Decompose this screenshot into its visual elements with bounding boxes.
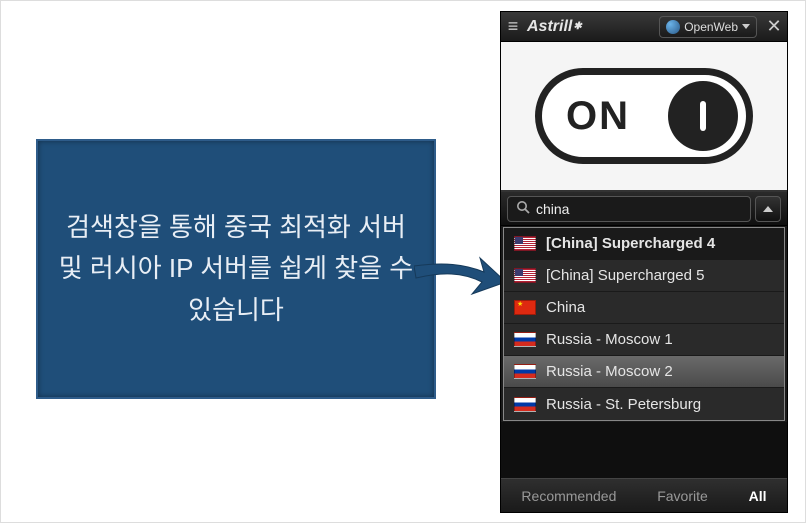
chevron-down-icon — [742, 24, 750, 29]
close-button[interactable]: ✕ — [763, 16, 785, 37]
content-area — [501, 422, 787, 478]
app-title: Astrill✱ — [527, 18, 582, 36]
server-name: Russia - Moscow 1 — [546, 331, 673, 348]
arrow-icon — [414, 244, 506, 304]
server-name: [China] Supercharged 5 — [546, 267, 704, 284]
collapse-list-button[interactable] — [755, 196, 781, 222]
server-item[interactable]: China — [504, 292, 784, 324]
star-icon: ✱ — [573, 21, 581, 32]
ru-flag-icon — [514, 332, 536, 347]
server-name: China — [546, 299, 585, 316]
search-input[interactable] — [536, 201, 742, 217]
chevron-up-icon — [763, 206, 773, 212]
server-item[interactable]: [China] Supercharged 5 — [504, 260, 784, 292]
server-name: [China] Supercharged 4 — [546, 235, 715, 252]
connection-toggle[interactable]: ON — [535, 68, 753, 164]
search-icon — [516, 200, 530, 217]
us-flag-icon — [514, 268, 536, 283]
tab-favorite[interactable]: Favorite — [649, 484, 716, 508]
us-flag-icon — [514, 236, 536, 251]
toggle-state-label: ON — [566, 94, 630, 139]
server-item[interactable]: [China] Supercharged 4 — [504, 228, 784, 260]
server-item[interactable]: Russia - Moscow 1 — [504, 324, 784, 356]
server-name: Russia - Moscow 2 — [546, 363, 673, 380]
search-field[interactable] — [507, 196, 751, 222]
toggle-knob-icon — [668, 81, 738, 151]
astrill-app-window: ≡ Astrill✱ OpenWeb ✕ ON [China] Supercha… — [500, 11, 788, 513]
hamburger-menu-icon[interactable]: ≡ — [503, 16, 523, 37]
connection-toggle-area: ON — [501, 42, 787, 192]
info-callout: 검색창을 통해 중국 최적화 서버 및 러시아 IP 서버를 쉽게 찾을 수 있… — [36, 139, 436, 399]
app-title-text: Astrill — [527, 18, 572, 36]
server-item[interactable]: Russia - St. Petersburg — [504, 388, 784, 420]
protocol-label: OpenWeb — [684, 20, 738, 34]
ru-flag-icon — [514, 364, 536, 379]
server-item[interactable]: Russia - Moscow 2 — [504, 356, 784, 388]
cn-flag-icon — [514, 300, 536, 315]
tab-recommended[interactable]: Recommended — [513, 484, 624, 508]
info-text: 검색창을 통해 중국 최적화 서버 및 러시아 IP 서버를 쉽게 찾을 수 있… — [58, 207, 414, 332]
server-name: Russia - St. Petersburg — [546, 396, 701, 413]
ru-flag-icon — [514, 397, 536, 412]
titlebar: ≡ Astrill✱ OpenWeb ✕ — [501, 12, 787, 42]
search-bar — [501, 192, 787, 226]
server-list: [China] Supercharged 4 [China] Supercharg… — [503, 227, 785, 421]
protocol-dropdown[interactable]: OpenWeb — [659, 16, 757, 38]
filter-tabs: Recommended Favorite All — [501, 478, 787, 512]
globe-icon — [666, 20, 680, 34]
tab-all[interactable]: All — [741, 484, 775, 508]
